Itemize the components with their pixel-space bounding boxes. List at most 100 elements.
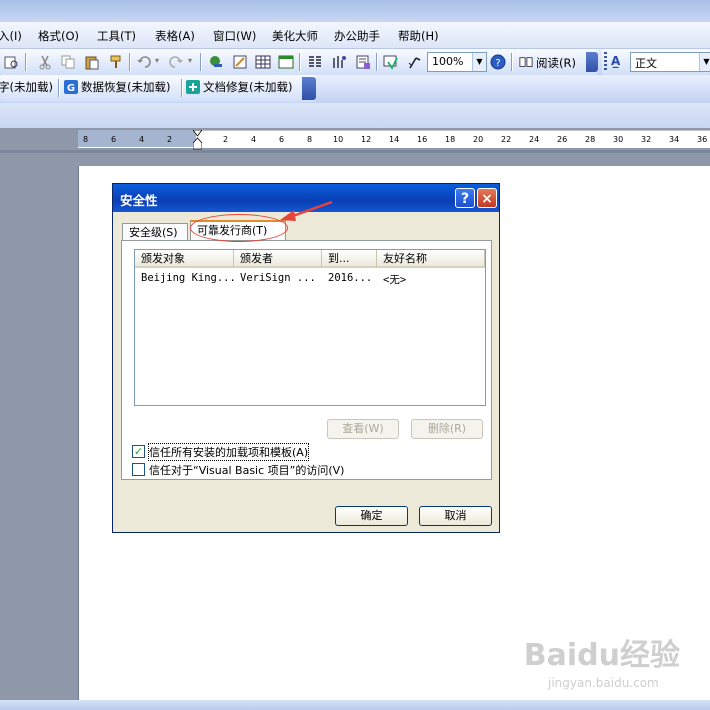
menu-office-assistant[interactable]: 办公助手 xyxy=(334,28,380,44)
ruler-tick: 14 xyxy=(389,135,400,144)
ok-button[interactable]: 确定 xyxy=(335,506,408,526)
toolbar-separator xyxy=(58,79,60,97)
security-dialog: 安全性 ? × 安全级(S) 可靠发行商(T) 颁发对象 颁发者 到... 友好… xyxy=(112,183,500,533)
ruler-ticks: 8 6 4 2 2 4 6 8 10 12 14 16 18 20 22 24 … xyxy=(0,130,710,147)
show-hide-icon[interactable] xyxy=(383,54,399,70)
toolbar-area-background xyxy=(0,103,710,128)
toolbar-grip[interactable] xyxy=(604,52,607,72)
undo-icon[interactable] xyxy=(136,54,152,70)
toolbar-separator xyxy=(299,53,301,71)
zoom-dropdown-icon[interactable]: ▼ xyxy=(472,53,486,71)
ruler-tick: 34 xyxy=(669,135,680,144)
plugin-item-partial-label: 字(未加载) xyxy=(0,80,53,94)
dialog-title: 安全性 xyxy=(120,193,158,208)
menu-tools[interactable]: 工具(T) xyxy=(97,28,136,44)
doc-repair-button[interactable]: 文档修复(未加载) xyxy=(186,79,292,97)
toolbar-separator xyxy=(181,79,183,97)
data-recovery-button[interactable]: G 数据恢复(未加载) xyxy=(64,79,170,97)
formatting-toolbar-band: A̲ 正文 ▼ xyxy=(602,49,710,75)
ruler-tick: 4 xyxy=(251,135,257,144)
hyperlink-icon[interactable] xyxy=(208,54,224,70)
trust-addins-label[interactable]: 信任所有安装的加载项和模板(A) xyxy=(147,443,310,461)
table-row[interactable]: Beijing King... VeriSign ... 2016... <无> xyxy=(135,250,485,290)
ruler-tick: 32 xyxy=(641,135,652,144)
window-title-strip xyxy=(0,0,710,22)
ruler-tick: 12 xyxy=(361,135,372,144)
ruler-tick: 6 xyxy=(111,135,117,144)
style-dropdown-icon[interactable]: ▼ xyxy=(699,53,710,71)
cell-expiration: 2016... xyxy=(328,272,373,284)
watermark-logo: Baidu经验 xyxy=(523,638,680,673)
styles-pane-icon[interactable]: A̲ xyxy=(611,54,620,68)
standard-toolbar: ▾ ▾ 100% ▼ ? 阅读(R) A̲ 正文 ▼ xyxy=(0,49,710,75)
checkmark-icon: ✓ xyxy=(133,445,144,458)
ruler-tick: 4 xyxy=(139,135,145,144)
ruler-tick: 30 xyxy=(613,135,624,144)
read-book-icon[interactable] xyxy=(519,55,533,69)
paste-icon[interactable] xyxy=(84,54,100,70)
document-map-icon[interactable] xyxy=(355,54,371,70)
print-preview-icon[interactable] xyxy=(3,54,19,70)
data-recovery-icon: G xyxy=(64,80,78,94)
svg-text:?: ? xyxy=(495,58,500,69)
indent-marker-icon[interactable] xyxy=(193,130,202,150)
menu-help[interactable]: 帮助(H) xyxy=(398,28,439,44)
drawing-icon[interactable] xyxy=(331,54,347,70)
highlight-ellipse xyxy=(190,214,288,242)
plugin-item-partial[interactable]: 字(未加载) xyxy=(0,79,53,97)
tab-panel: 颁发对象 颁发者 到... 友好名称 Beijing King... VeriS… xyxy=(121,240,492,480)
cell-friendly-name: <无> xyxy=(383,274,407,286)
data-recovery-label: 数据恢复(未加载) xyxy=(81,80,171,94)
help-button[interactable]: ? xyxy=(455,188,475,208)
insert-table-icon[interactable] xyxy=(255,54,271,70)
trust-vba-checkbox[interactable] xyxy=(132,463,145,476)
tab-security-level[interactable]: 安全级(S) xyxy=(122,223,188,240)
trust-addins-checkbox[interactable]: ✓ xyxy=(132,445,145,458)
plugin-toolbar-band: 字(未加载) G 数据恢复(未加载) 文档修复(未加载) xyxy=(0,75,316,102)
menu-insert[interactable]: 入(I) xyxy=(0,28,22,44)
ruler-tick: 6 xyxy=(279,135,285,144)
paragraph-mark-icon[interactable] xyxy=(406,54,422,70)
trust-vba-label[interactable]: 信任对于“Visual Basic 项目”的访问(V) xyxy=(149,462,344,478)
close-button[interactable]: × xyxy=(477,188,497,208)
view-button[interactable]: 查看(W) xyxy=(327,419,399,439)
question-icon: ? xyxy=(460,191,470,207)
ruler-tick: 28 xyxy=(585,135,596,144)
style-value: 正文 xyxy=(635,57,657,70)
menu-beautify-master[interactable]: 美化大师 xyxy=(272,28,318,44)
read-button[interactable]: 阅读(R) xyxy=(536,55,576,71)
zoom-select[interactable]: 100% ▼ xyxy=(427,52,487,72)
menu-window[interactable]: 窗口(W) xyxy=(213,28,256,44)
close-icon: × xyxy=(481,191,493,207)
publisher-list[interactable]: 颁发对象 颁发者 到... 友好名称 Beijing King... VeriS… xyxy=(134,249,486,406)
menu-format[interactable]: 格式(O) xyxy=(38,28,79,44)
undo-dropdown-icon[interactable]: ▾ xyxy=(155,56,159,65)
svg-text:G: G xyxy=(67,83,75,94)
ruler-tick: 20 xyxy=(473,135,484,144)
tables-borders-icon[interactable] xyxy=(232,54,248,70)
ruler-tick: 18 xyxy=(445,135,456,144)
copy-icon[interactable] xyxy=(60,54,76,70)
cell-issued-by: VeriSign ... xyxy=(240,272,316,284)
redo-icon[interactable] xyxy=(168,54,184,70)
style-select[interactable]: 正文 ▼ xyxy=(630,52,710,72)
zoom-value: 100% xyxy=(432,55,464,68)
toolbar-separator xyxy=(511,53,513,71)
ruler-tick: 8 xyxy=(83,135,89,144)
insert-excel-icon[interactable] xyxy=(278,54,294,70)
ruler-tick: 8 xyxy=(307,135,313,144)
cut-icon[interactable] xyxy=(37,54,53,70)
columns-icon[interactable] xyxy=(307,54,323,70)
toolbar-options-button[interactable] xyxy=(302,77,316,100)
ruler-tick: 2 xyxy=(167,135,173,144)
ruler-tick: 26 xyxy=(557,135,568,144)
redo-dropdown-icon[interactable]: ▾ xyxy=(188,56,192,65)
ruler-tick: 2 xyxy=(223,135,229,144)
toolbar-options-button[interactable] xyxy=(586,52,598,72)
format-painter-icon[interactable] xyxy=(108,54,124,70)
delete-button[interactable]: 删除(R) xyxy=(411,419,483,439)
doc-repair-label: 文档修复(未加载) xyxy=(203,80,293,94)
cancel-button[interactable]: 取消 xyxy=(419,506,492,526)
help-icon[interactable]: ? xyxy=(490,54,506,70)
menu-table[interactable]: 表格(A) xyxy=(155,28,195,44)
